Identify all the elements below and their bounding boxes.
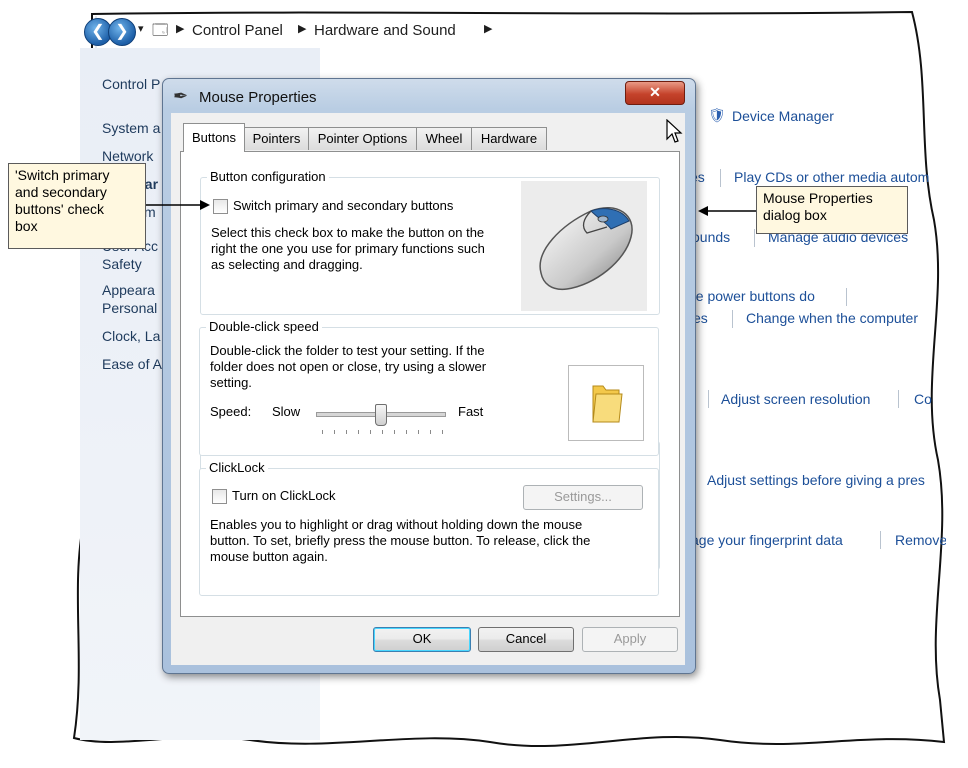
tab-buttons[interactable]: Buttons <box>183 123 245 152</box>
callout-leader-lines <box>146 200 756 216</box>
